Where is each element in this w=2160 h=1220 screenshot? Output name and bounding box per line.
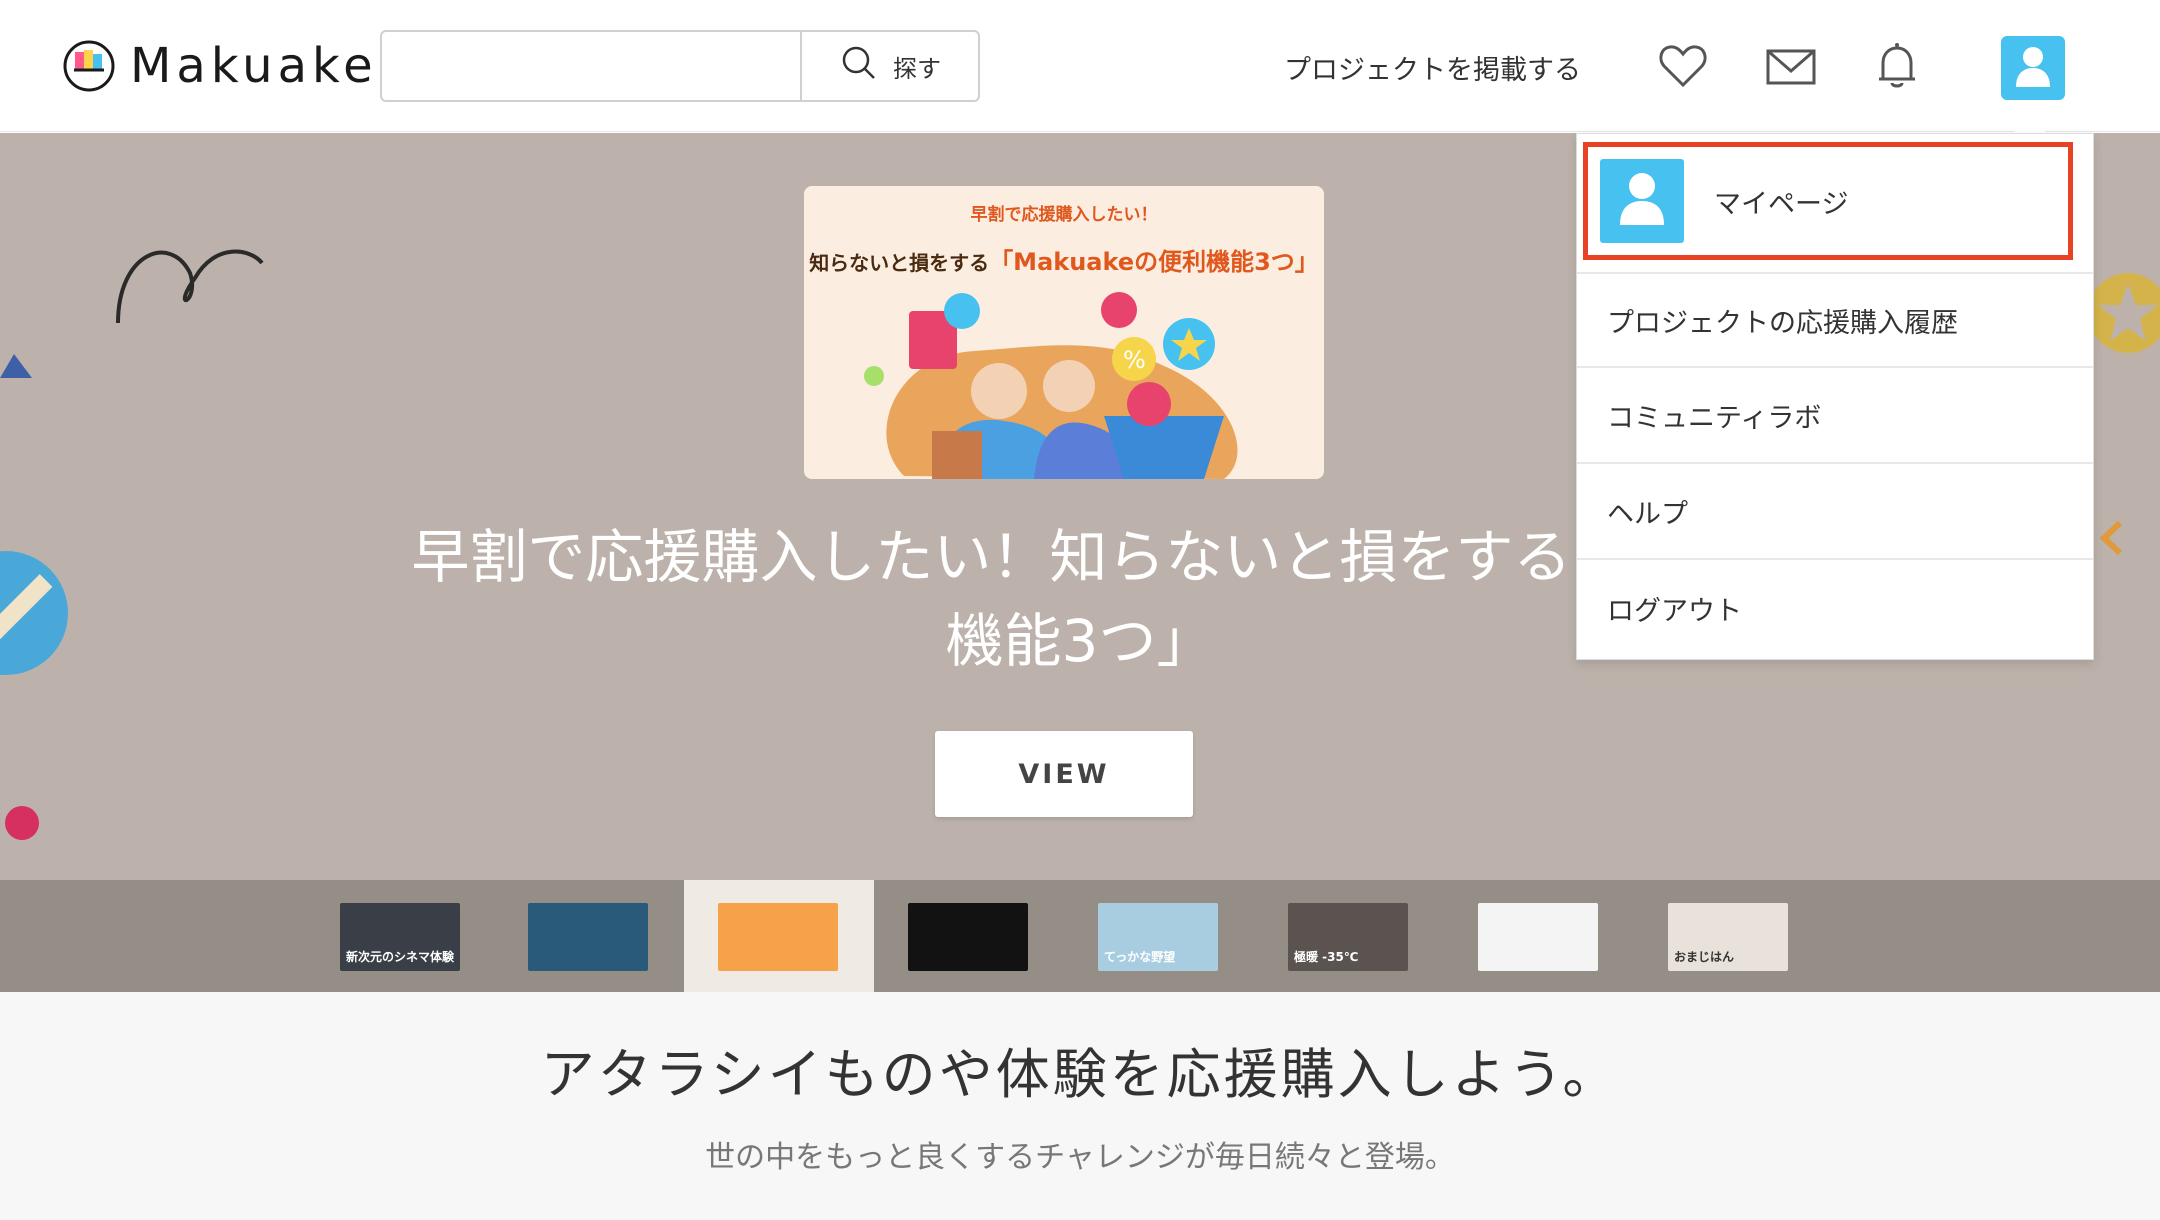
search-button-label: 探す [893,54,941,83]
search-bar: 探す [380,30,980,102]
carousel-thumbnail[interactable]: 新次元のシネマ体験 [340,903,460,971]
thumbnail-label: 新次元のシネマ体験 [346,950,455,964]
thumbnail-label: 極暖 -35℃ [1294,950,1359,964]
thumbnail-label: てっかな野望 [1104,950,1176,964]
carousel-thumbnails: 新次元のシネマ体験 てっかな野望 極暖 -35℃ おまじはん [0,880,2160,992]
menu-item-mypage[interactable]: マイページ [1583,142,2073,260]
menu-item-mypage-label: マイページ [1714,188,1849,220]
menu-item-help[interactable]: ヘルプ [1577,464,2093,560]
logo-mark-icon [62,39,116,93]
carousel-thumbnail[interactable] [1478,903,1598,971]
post-project-link[interactable]: プロジェクトを掲載する [1284,48,1581,87]
user-menu-button[interactable] [2001,36,2065,100]
tagline: アタラシイものや体験を応援購入しよう。 [540,1043,1620,1106]
carousel-thumbnail[interactable] [908,903,1028,971]
carousel-thumbnail[interactable]: 極暖 -35℃ [1288,903,1408,971]
dropdown-caret [2012,116,2048,134]
banner-subtitle: 早割で応援購入したい！ [970,205,1158,225]
site-header: Makuake 探す プロジェクトを掲載する [0,0,2160,132]
bell-icon[interactable] [1869,40,1925,92]
subline: 世の中をもっと良くするチャレンジが毎日続々と登場。 [705,1140,1455,1175]
user-icon [2014,45,2052,91]
user-icon [1618,171,1666,232]
banner-title: 知らないと損をする「Makuakeの便利機能3つ」 [804,242,1324,277]
user-dropdown-menu: マイページ プロジェクトの応援購入履歴 コミュニティラボ ヘルプ ログアウト [1576,133,2094,660]
carousel-thumbnail[interactable]: てっかな野望 [1098,903,1218,971]
banner-illustration: % [864,292,1238,479]
menu-item-logout[interactable]: ログアウト [1577,560,2093,656]
user-avatar [1600,159,1684,243]
search-button[interactable]: 探す [800,32,978,100]
search-input[interactable] [382,32,800,100]
carousel-thumbnail[interactable] [718,903,838,971]
menu-item-purchase-history[interactable]: プロジェクトの応援購入履歴 [1577,272,2093,368]
mail-icon[interactable] [1763,40,1819,92]
search-icon [839,43,879,89]
hero-banner-image[interactable]: 早割で応援購入したい！ 知らないと損をする「Makuakeの便利機能3つ」 % [804,186,1324,479]
view-button[interactable]: VIEW [935,731,1193,817]
makuake-logo[interactable]: Makuake [62,38,378,94]
logo-text: Makuake [130,38,378,94]
menu-item-community-lab[interactable]: コミュニティラボ [1577,368,2093,464]
carousel-thumbnail[interactable]: おまじはん [1668,903,1788,971]
heart-icon[interactable] [1655,40,1711,92]
carousel-thumbnail[interactable] [528,903,648,971]
banner-title-prefix: 知らないと損をする [809,251,990,275]
intro-section: アタラシイものや体験を応援購入しよう。 世の中をもっと良くするチャレンジが毎日続… [0,992,2160,1220]
thumbnail-label: おまじはん [1674,950,1735,964]
banner-title-accent: 「Makuakeの便利機能3つ」 [989,248,1319,276]
svg-text:%: % [1123,346,1146,374]
